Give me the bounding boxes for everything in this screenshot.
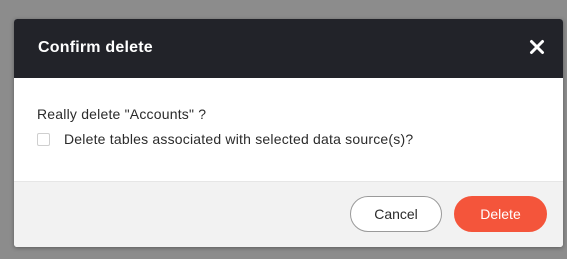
dialog-body: Really delete "Accounts" ? Delete tables… (14, 78, 563, 181)
dialog-title: Confirm delete (38, 39, 153, 56)
close-icon[interactable] (529, 39, 545, 55)
delete-tables-checkbox[interactable] (37, 133, 50, 146)
delete-tables-label[interactable]: Delete tables associated with selected d… (64, 131, 413, 147)
confirm-delete-dialog: Confirm delete Really delete "Accounts" … (14, 19, 563, 247)
delete-question: Really delete "Accounts" ? (37, 106, 207, 122)
dialog-footer: Cancel Delete (14, 181, 563, 247)
cancel-button[interactable]: Cancel (350, 196, 442, 232)
dialog-header: Confirm delete (14, 19, 563, 78)
delete-button[interactable]: Delete (454, 196, 547, 232)
